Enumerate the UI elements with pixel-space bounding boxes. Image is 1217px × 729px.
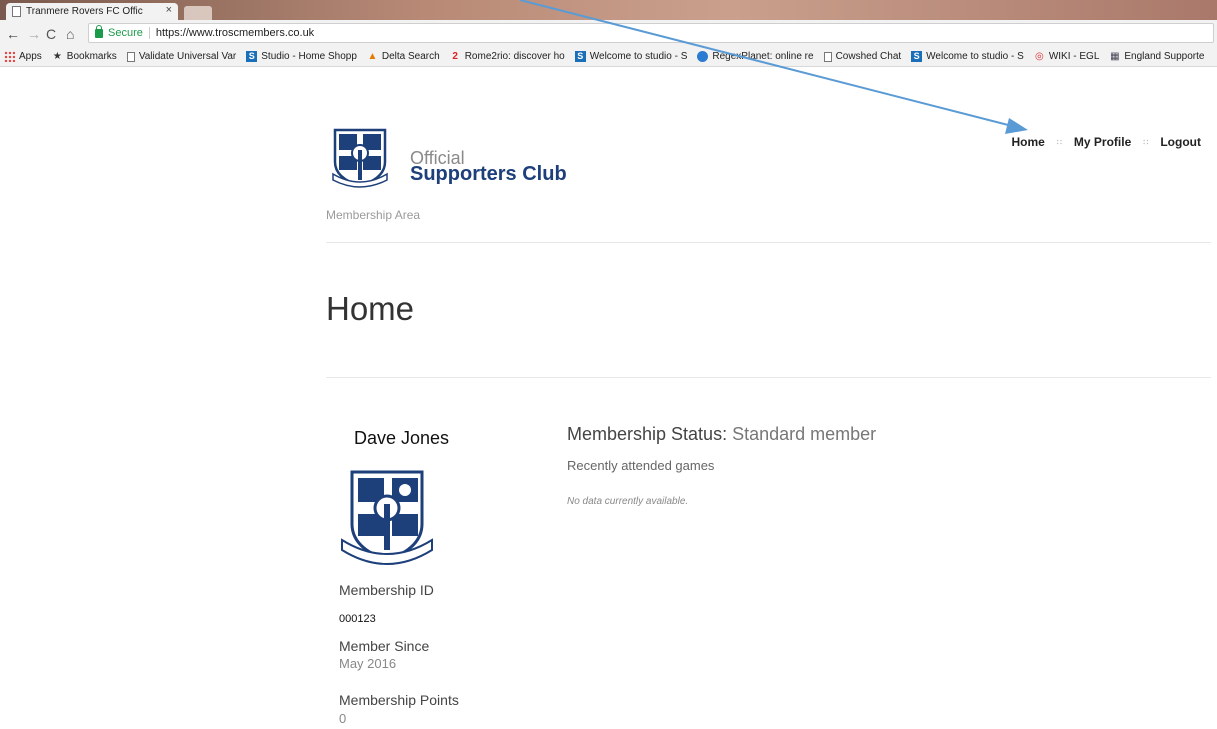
nav-separator: ∷ (1056, 137, 1062, 147)
secure-label: Secure (108, 27, 143, 39)
bookmark-welcome-studio-2[interactable]: S Welcome to studio - S (911, 51, 1024, 62)
member-since-label: Member Since (339, 638, 430, 654)
header-divider (326, 242, 1211, 243)
annotation-arrow (519, 0, 1028, 134)
recent-games-heading: Recently attended games (567, 458, 715, 473)
bookmark-rome2rio[interactable]: 2 Rome2rio: discover ho (450, 51, 565, 62)
bookmark-label: Rome2rio: discover ho (464, 51, 565, 62)
url-input[interactable]: Secure https://www.troscmembers.co.uk (88, 23, 1214, 43)
membership-id-value: 000123 (339, 613, 376, 625)
header-subtitle: Membership Area (326, 208, 421, 222)
back-arrow-icon[interactable]: ← (6, 26, 20, 42)
omnibox-divider (148, 27, 150, 39)
member-since-value: May 2016 (339, 656, 397, 671)
studio-icon: S (246, 51, 258, 62)
url-text: https://www.troscmembers.co.uk (155, 27, 315, 39)
forward-arrow-icon[interactable]: → (27, 26, 41, 42)
member-name: Dave Jones (354, 428, 450, 448)
nav-my-profile[interactable]: My Profile (1074, 135, 1131, 149)
bookmark-delta-search[interactable]: ▲ Delta Search (367, 51, 440, 62)
bookmarks-bar: Apps ★ Bookmarks Validate Universal Var S… (0, 47, 1217, 67)
reload-icon[interactable]: C (46, 26, 56, 42)
address-bar: ← → C ⌂ Secure https://www.troscmembers.… (0, 20, 1217, 50)
bookmark-label: England Supporte (1124, 51, 1205, 62)
studio-icon: S (574, 51, 586, 62)
no-data-message: No data currently available. (567, 496, 689, 507)
bookmark-label: RegexPlanet: online re (712, 51, 814, 62)
studio-icon: S (911, 51, 923, 62)
tab-close-icon[interactable]: × (166, 4, 172, 16)
bookmark-label: Welcome to studio - S (589, 51, 688, 62)
screen: Tranmere Rovers FC Offic × ← → C ⌂ Secur… (0, 0, 1217, 729)
globe-icon (697, 51, 709, 62)
title-divider (326, 377, 1211, 378)
delta-icon: ▲ (367, 51, 378, 62)
bookmark-label: Cowshed Chat (835, 51, 902, 62)
bookmark-label: Apps (19, 51, 42, 62)
bookmark-label: Welcome to studio - S (926, 51, 1024, 62)
bookmark-label: Validate Universal Var (138, 51, 237, 62)
rome2rio-icon: 2 (452, 51, 458, 62)
page-icon (823, 51, 832, 62)
page-title: Home (326, 290, 415, 327)
bookmark-cowshed-chat[interactable]: Cowshed Chat (823, 51, 902, 62)
nav-logout[interactable]: Logout (1160, 135, 1201, 149)
membership-status-value: Standard member (732, 424, 877, 444)
bookmark-label: WIKI - EGL (1048, 51, 1100, 62)
bookmark-apps[interactable]: Apps (4, 51, 42, 62)
new-tab-button[interactable] (184, 6, 212, 20)
browser-tab[interactable]: Tranmere Rovers FC Offic × (6, 3, 178, 20)
page-icon (12, 6, 21, 17)
membership-points-label: Membership Points (339, 692, 459, 708)
bookmark-label: Studio - Home Shopp (261, 51, 357, 62)
bookmark-validate[interactable]: Validate Universal Var (126, 51, 237, 62)
main-nav: Home ∷ My Profile ∷ Logout (1011, 135, 1201, 149)
bookmark-welcome-studio-1[interactable]: S Welcome to studio - S (574, 51, 688, 62)
bookmark-studio-home[interactable]: S Studio - Home Shopp (246, 51, 357, 62)
browser-tab-strip: Tranmere Rovers FC Offic × (0, 0, 1217, 20)
bookmark-regexplanet[interactable]: RegexPlanet: online re (697, 51, 814, 62)
bookmark-wiki-egl[interactable]: ◎ WIKI - EGL (1034, 51, 1100, 62)
membership-id-label: Membership ID (339, 582, 434, 598)
membership-points-value: 0 (339, 711, 347, 726)
member-crest-image (341, 470, 433, 565)
bookmark-bookmarks[interactable]: ★ Bookmarks (52, 51, 117, 62)
tab-title: Tranmere Rovers FC Offic (26, 6, 143, 17)
star-icon: ★ (52, 51, 62, 62)
page-icon (126, 51, 135, 62)
apps-icon (4, 51, 15, 62)
lock-icon (95, 24, 103, 38)
nav-separator: ∷ (1143, 137, 1149, 147)
membership-status: Membership Status: Standard member (567, 424, 876, 445)
home-icon[interactable]: ⌂ (66, 26, 74, 42)
brand-supporters-club: Supporters Club (410, 163, 567, 185)
nav-home[interactable]: Home (1011, 135, 1044, 149)
bookmark-england[interactable]: ▦ England Supporte (1109, 51, 1204, 62)
bookmark-label: Bookmarks (66, 51, 117, 62)
club-crest-logo[interactable] (331, 128, 389, 190)
wiki-icon: ◎ (1034, 51, 1044, 62)
bookmark-label: Delta Search (381, 51, 440, 62)
england-icon: ▦ (1110, 51, 1120, 62)
membership-status-label: Membership Status: (567, 424, 728, 444)
